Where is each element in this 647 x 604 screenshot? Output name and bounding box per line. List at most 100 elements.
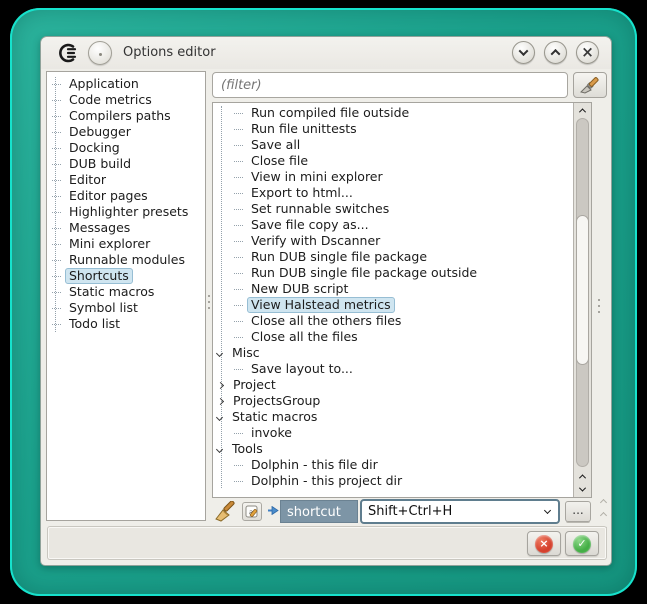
tree-item-label: Static macros: [228, 409, 321, 425]
shade-button[interactable]: [512, 41, 535, 64]
chevron-up-icon: [579, 108, 586, 115]
tree-item[interactable]: Set runnable switches: [213, 201, 573, 217]
sidebar-item[interactable]: Debugger: [47, 124, 205, 140]
tree-item[interactable]: Misc: [213, 345, 573, 361]
tree-line: [234, 193, 243, 194]
tree-line: [234, 241, 243, 242]
titlebar[interactable]: Options editor ×: [41, 37, 611, 69]
tree-line: [52, 212, 61, 213]
unshade-button[interactable]: [544, 41, 567, 64]
sidebar-item[interactable]: Mini explorer: [47, 236, 205, 252]
sidebar-item-label: Static macros: [65, 284, 158, 300]
tree-item[interactable]: Dolphin - this file dir: [213, 457, 573, 473]
tree-item[interactable]: Save layout to...: [213, 361, 573, 377]
window-title: Options editor: [123, 37, 216, 69]
sidebar-item[interactable]: Shortcuts: [47, 268, 205, 284]
tree-item[interactable]: Close all the files: [213, 329, 573, 345]
scroll-down-button[interactable]: [574, 482, 591, 496]
tree-item[interactable]: Verify with Dscanner: [213, 233, 573, 249]
scroll-up-button[interactable]: [574, 103, 591, 117]
sidebar-item[interactable]: Editor: [47, 172, 205, 188]
tree-item[interactable]: Static macros: [213, 409, 573, 425]
tree-item-label: Project: [229, 377, 280, 393]
sidebar-item[interactable]: Compilers paths: [47, 108, 205, 124]
clear-filter-button[interactable]: [573, 72, 607, 98]
chevron-up-icon: [599, 511, 606, 518]
options-editor-window: Options editor × ApplicationCode metrics…: [40, 36, 612, 566]
tree-line: [52, 148, 61, 149]
tree-item[interactable]: View in mini explorer: [213, 169, 573, 185]
tree-item[interactable]: View Halstead metrics: [213, 297, 573, 313]
chevron-down-icon: [579, 484, 586, 491]
tree-line: [234, 369, 243, 370]
tree-item[interactable]: Export to html...: [213, 185, 573, 201]
ok-button[interactable]: ✓: [565, 531, 599, 556]
tree-item[interactable]: Run compiled file outside: [213, 105, 573, 121]
tree-item[interactable]: Run DUB single file package: [213, 249, 573, 265]
tree-item[interactable]: Project: [213, 377, 573, 393]
ok-icon: ✓: [573, 535, 591, 553]
tree-item[interactable]: New DUB script: [213, 281, 573, 297]
sidebar-item[interactable]: Editor pages: [47, 188, 205, 204]
sidebar-item[interactable]: Static macros: [47, 284, 205, 300]
tree-item-label: Close all the others files: [247, 313, 405, 329]
sidebar-item-label: Compilers paths: [65, 108, 175, 124]
collapse-icon[interactable]: [216, 349, 223, 356]
sidebar-item[interactable]: Symbol list: [47, 300, 205, 316]
tree-item[interactable]: Run file unittests: [213, 121, 573, 137]
tree-item[interactable]: Close all the others files: [213, 313, 573, 329]
tree-line: [52, 100, 61, 101]
tree-item-label: View Halstead metrics: [247, 297, 395, 313]
tree-line: [52, 132, 61, 133]
collapse-icon[interactable]: [216, 413, 223, 420]
tree-item[interactable]: Dolphin - this project dir: [213, 473, 573, 489]
tree-scrollbar[interactable]: [573, 103, 591, 497]
sidebar-item[interactable]: Application: [47, 76, 205, 92]
sidebar-item-label: Code metrics: [65, 92, 156, 108]
tree-line: [52, 116, 61, 117]
collapse-icon[interactable]: [216, 445, 223, 452]
property-name-cell[interactable]: shortcut: [280, 500, 358, 523]
tree-item[interactable]: Save all: [213, 137, 573, 153]
filter-input[interactable]: [212, 72, 568, 98]
tree-item[interactable]: Close file: [213, 153, 573, 169]
tree-line: [52, 196, 61, 197]
expand-icon[interactable]: [217, 397, 224, 404]
scrollbar-thumb[interactable]: [576, 215, 589, 365]
chevron-up-icon: [579, 474, 586, 481]
broom-icon[interactable]: [214, 501, 238, 522]
edit-value-button[interactable]: a: [242, 502, 262, 521]
sidebar-item-label: Todo list: [65, 316, 124, 332]
cancel-button[interactable]: ×: [527, 531, 561, 556]
tree-item[interactable]: invoke: [213, 425, 573, 441]
tree-item-label: Verify with Dscanner: [247, 233, 384, 249]
sidebar-item-label: Symbol list: [65, 300, 142, 316]
close-button[interactable]: ×: [576, 41, 599, 64]
right-splitter[interactable]: [597, 299, 601, 313]
sidebar-item[interactable]: Runnable modules: [47, 252, 205, 268]
sidebar-item[interactable]: Messages: [47, 220, 205, 236]
sidebar-item[interactable]: Code metrics: [47, 92, 205, 108]
vertical-splitter[interactable]: [207, 295, 211, 309]
scroll-up-button-2[interactable]: [574, 469, 591, 483]
sidebar-item[interactable]: Todo list: [47, 316, 205, 332]
app-logo-icon: [58, 43, 80, 63]
shortcut-editor-bar: a shortcut Shift+Ctrl+H ...: [212, 498, 608, 526]
tree-item[interactable]: ProjectsGroup: [213, 393, 573, 409]
more-button[interactable]: ...: [565, 501, 591, 522]
tree-item-label: invoke: [247, 425, 296, 441]
sidebar-item-label: Messages: [65, 220, 134, 236]
shortcut-combobox[interactable]: Shift+Ctrl+H: [360, 499, 560, 524]
tree-item-label: Set runnable switches: [247, 201, 393, 217]
tree-item-label: Save all: [247, 137, 304, 153]
tree-line: [234, 113, 243, 114]
tree-item[interactable]: Save file copy as...: [213, 217, 573, 233]
expand-icon[interactable]: [217, 381, 224, 388]
tree-item[interactable]: Run DUB single file package outside: [213, 265, 573, 281]
sidebar-item[interactable]: DUB build: [47, 156, 205, 172]
sidebar-item[interactable]: Docking: [47, 140, 205, 156]
cancel-icon: ×: [535, 535, 553, 553]
window-menu-button[interactable]: [88, 41, 112, 65]
tree-item[interactable]: Tools: [213, 441, 573, 457]
sidebar-item[interactable]: Highlighter presets: [47, 204, 205, 220]
